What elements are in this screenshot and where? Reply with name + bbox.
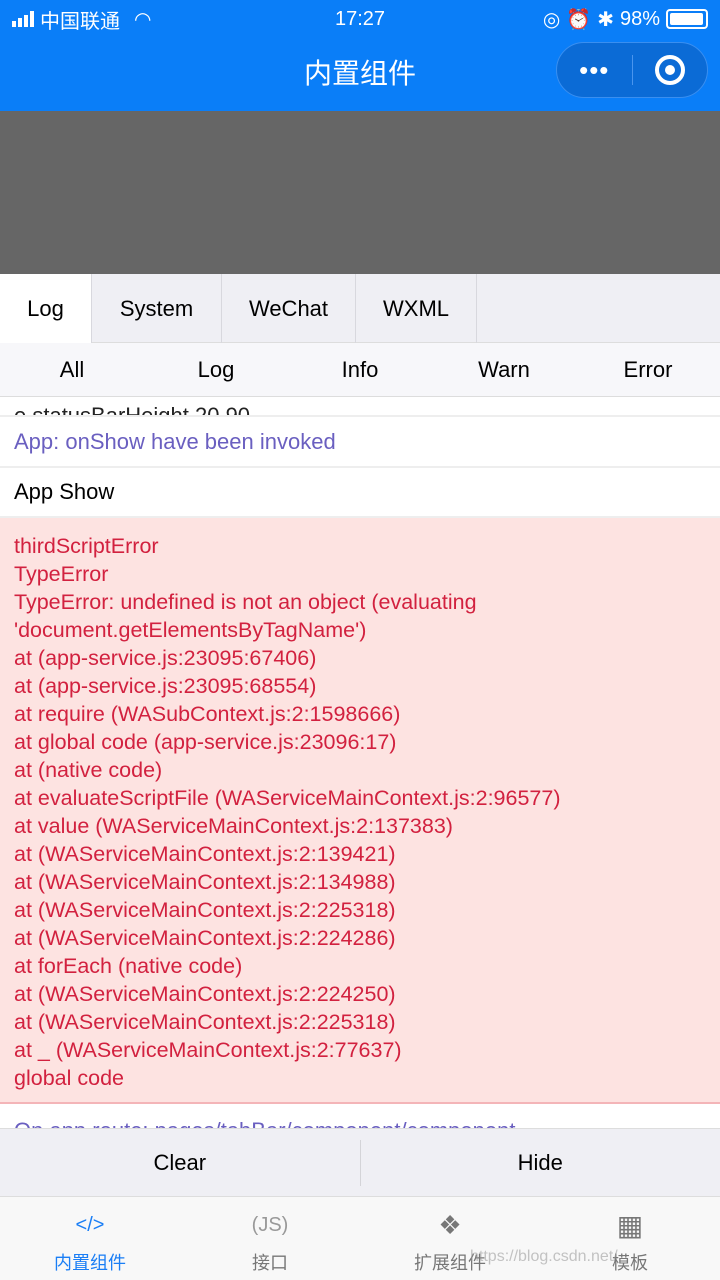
bluetooth-icon: ✱ [597,8,614,31]
error-line: at require (WASubContext.js:2:1598666) [14,702,401,726]
close-miniprogram-button[interactable] [633,43,708,97]
error-line: at _ (WAServiceMainContext.js:2:77637) [14,1038,402,1062]
code-icon: </> [75,1213,105,1236]
filter-error[interactable]: Error [576,343,720,396]
tabbar-item-templates[interactable]: ▦ 模板 [540,1197,720,1280]
status-right: ◎ ⏰ ✱ 98% [543,6,708,32]
orientation-lock-icon: ◎ [542,8,561,31]
tab-wechat[interactable]: WeChat [222,274,356,343]
error-line: thirdScriptError [14,534,159,558]
vconsole-mask[interactable] [0,111,720,274]
tabbar-item-extended[interactable]: ❖ 扩展组件 [360,1197,540,1280]
filter-log[interactable]: Log [144,343,288,396]
battery-level: 98% [619,7,660,30]
alarm-icon: ⏰ [566,8,592,31]
error-line: at evaluateScriptFile (WAServiceMainCont… [14,786,561,810]
header: 中国联通 ◠ 17:27 ◎ ⏰ ✱ 98% 内置组件 ••• [0,0,720,111]
error-line: at (WAServiceMainContext.js:2:224250) [14,982,396,1006]
filter-warn[interactable]: Warn [432,343,576,396]
error-line: at (native code) [14,758,163,782]
hide-button[interactable]: Hide [361,1150,720,1176]
capsule-menu: ••• [556,42,708,98]
log-filters: All Log Info Warn Error [0,343,720,397]
console-tabs: Log System WeChat WXML [0,274,720,343]
tabbar-item-api[interactable]: (JS) 接口 [180,1197,360,1280]
tab-system[interactable]: System [92,274,222,343]
error-line: global code [14,1066,124,1090]
tabbar-item-components[interactable]: </> 内置组件 [0,1197,180,1280]
tab-bar: </> 内置组件 (JS) 接口 ❖ 扩展组件 ▦ 模板 [0,1196,720,1280]
more-icon: ••• [579,54,610,85]
more-button[interactable]: ••• [557,43,632,97]
log-item-error: thirdScriptError TypeError TypeError: unde… [0,518,720,1104]
log-item-info: App: onShow have been invoked [0,417,720,468]
log-text: e.statusBarHeight 20 90 [14,403,251,417]
error-line: at forEach (native code) [14,954,243,978]
error-line: 'document.getElementsByTagName') [14,618,367,642]
error-line: TypeError [14,562,109,586]
tab-wxml[interactable]: WXML [356,274,477,343]
puzzle-icon: ❖ [438,1209,462,1240]
error-line: at (WAServiceMainContext.js:2:225318) [14,898,396,922]
error-line: at (app-service.js:23095:67406) [14,646,317,670]
tabbar-label: 内置组件 [54,1253,126,1273]
console-actions: Clear Hide [0,1128,720,1196]
log-item: App Show [0,468,720,518]
tab-log[interactable]: Log [0,274,92,343]
error-line: at value (WAServiceMainContext.js:2:1373… [14,814,453,838]
battery-icon [666,9,708,29]
log-item: e.statusBarHeight 20 90 [0,397,720,417]
watermark: https://blog.csdn.net/ [470,1248,618,1265]
error-line: at (WAServiceMainContext.js:2:225318) [14,1010,396,1034]
tabbar-label: 接口 [252,1253,288,1273]
error-line: TypeError: undefined is not an object (e… [14,590,477,614]
js-icon: (JS) [251,1213,289,1236]
filter-all[interactable]: All [0,343,144,396]
clear-button[interactable]: Clear [0,1150,360,1176]
log-item-info: On app route: pages/tabBar/component/com… [0,1104,720,1128]
error-line: at (WAServiceMainContext.js:2:224286) [14,926,396,950]
error-line: at (WAServiceMainContext.js:2:139421) [14,842,396,866]
log-list[interactable]: e.statusBarHeight 20 90 App: onShow have… [0,397,720,1128]
filter-info[interactable]: Info [288,343,432,396]
target-icon [654,55,685,85]
error-line: at global code (app-service.js:23096:17) [14,730,397,754]
grid-icon: ▦ [616,1209,644,1241]
error-line: at (app-service.js:23095:68554) [14,674,317,698]
error-line: at (WAServiceMainContext.js:2:134988) [14,870,396,894]
